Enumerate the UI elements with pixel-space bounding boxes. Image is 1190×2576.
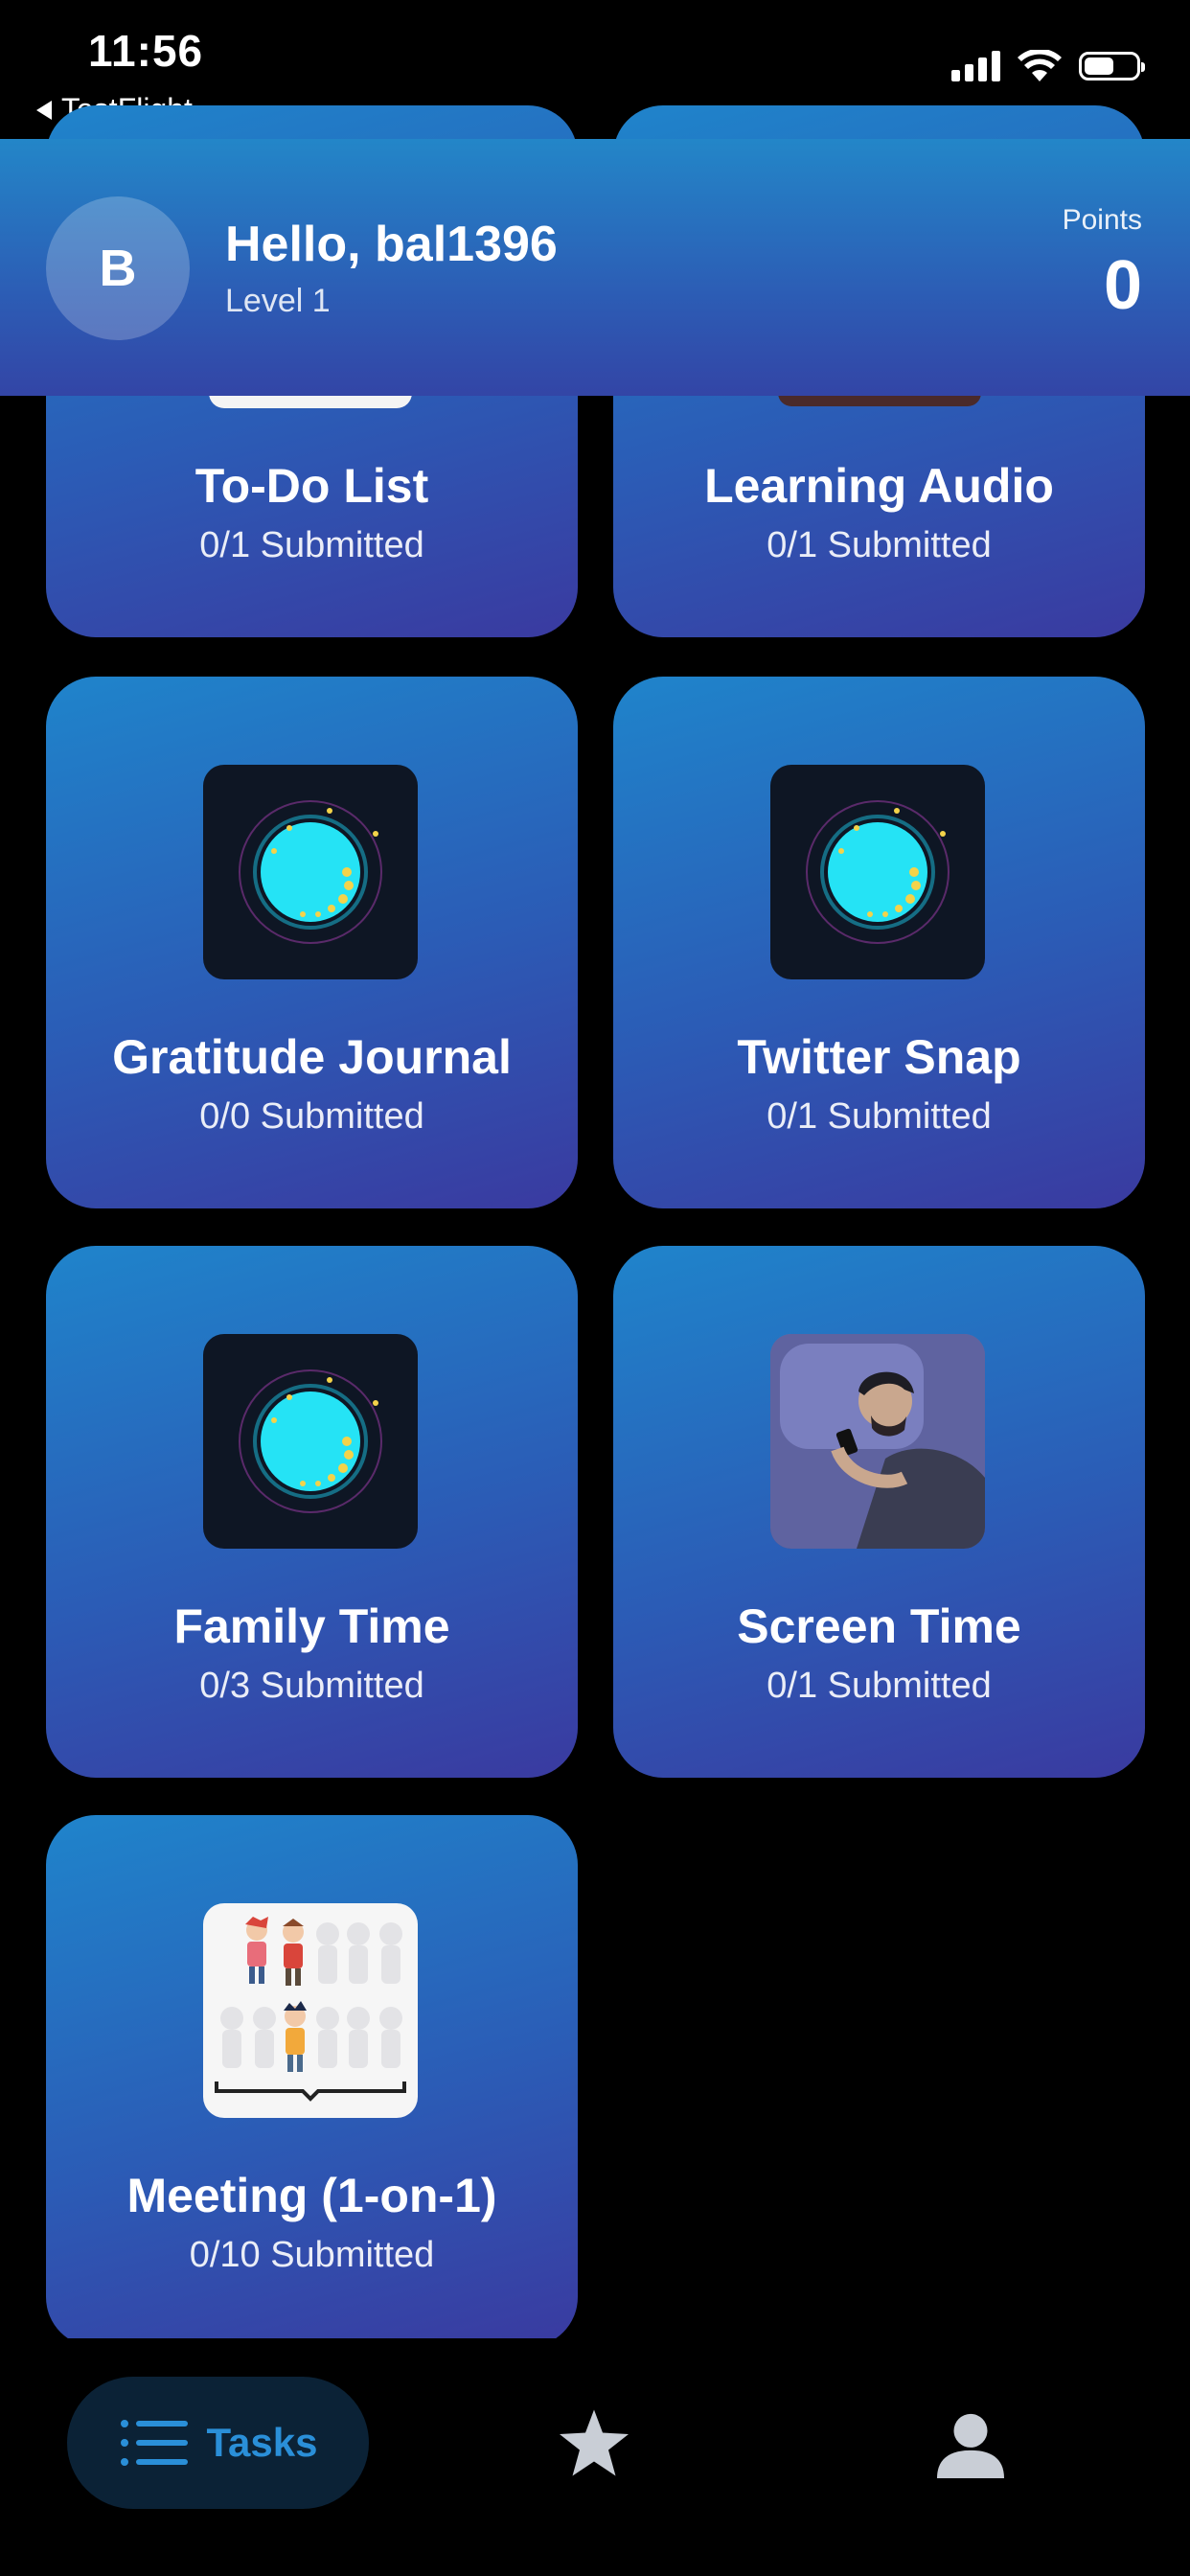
avatar[interactable]: B xyxy=(46,196,190,340)
glowing-orb-icon xyxy=(203,1334,418,1549)
task-submitted-count: 0/1 Submitted xyxy=(199,525,424,565)
people-group-illustration xyxy=(203,1903,418,2118)
back-arrow-icon xyxy=(36,100,52,120)
tab-tasks[interactable]: Tasks xyxy=(67,2377,369,2509)
system-icons xyxy=(951,50,1145,82)
task-title: Learning Audio xyxy=(704,459,1054,513)
task-card-meeting-1-on-1[interactable]: Meeting (1-on-1) 0/10 Submitted xyxy=(46,1815,578,2347)
task-submitted-count: 0/10 Submitted xyxy=(189,2235,435,2275)
cellular-signal-icon xyxy=(951,51,1000,81)
task-card-twitter-snap[interactable]: Twitter Snap 0/1 Submitted xyxy=(613,677,1145,1208)
profile-icon[interactable] xyxy=(937,2411,1004,2478)
tab-bar: Tasks xyxy=(0,2338,1190,2576)
task-title: Gratitude Journal xyxy=(112,1030,512,1084)
points-label: Points xyxy=(1062,204,1142,236)
star-icon[interactable] xyxy=(560,2409,629,2476)
task-title: Family Time xyxy=(173,1599,450,1653)
person-on-phone-illustration xyxy=(770,1334,985,1549)
profile-header: B Hello, bal1396 Level 1 Points 0 xyxy=(0,139,1190,396)
task-card-family-time[interactable]: Family Time 0/3 Submitted xyxy=(46,1246,578,1778)
task-submitted-count: 0/1 Submitted xyxy=(767,1666,992,1706)
task-card-gratitude-journal[interactable]: Gratitude Journal 0/0 Submitted xyxy=(46,677,578,1208)
task-title: Screen Time xyxy=(737,1599,1021,1653)
glowing-orb-icon xyxy=(770,765,985,979)
points-value: 0 xyxy=(1103,247,1142,324)
wifi-icon xyxy=(1018,50,1062,81)
tab-tasks-label: Tasks xyxy=(206,2420,318,2465)
task-submitted-count: 0/3 Submitted xyxy=(199,1666,424,1706)
task-submitted-count: 0/0 Submitted xyxy=(199,1096,424,1137)
battery-icon xyxy=(1079,52,1145,80)
task-submitted-count: 0/1 Submitted xyxy=(767,1096,992,1137)
status-time: 11:56 xyxy=(88,26,204,76)
glowing-orb-icon xyxy=(203,765,418,979)
task-title: Twitter Snap xyxy=(737,1030,1021,1084)
list-icon xyxy=(120,2420,188,2466)
task-title: Meeting (1-on-1) xyxy=(126,2169,497,2222)
task-card-screen-time[interactable]: Screen Time 0/1 Submitted xyxy=(613,1246,1145,1778)
greeting-text: Hello, bal1396 xyxy=(225,217,558,272)
task-submitted-count: 0/1 Submitted xyxy=(767,525,992,565)
task-title: To-Do List xyxy=(195,459,429,513)
user-level: Level 1 xyxy=(225,283,331,319)
